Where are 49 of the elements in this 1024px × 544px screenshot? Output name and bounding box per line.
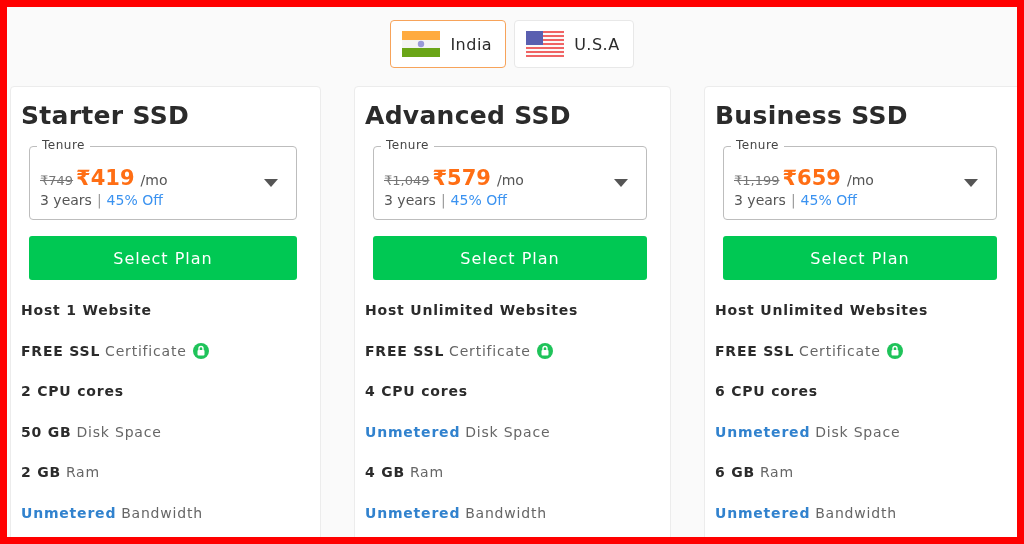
feature-text: 6 CPU cores xyxy=(715,383,818,400)
flag-icon xyxy=(526,31,565,57)
feature-text: 6 GB Ram xyxy=(715,464,794,481)
feature-text: FREE SSL Certificate xyxy=(715,342,881,359)
old-price: ₹1,199 xyxy=(734,173,780,188)
feature-text: 4 GB Ram xyxy=(365,464,444,481)
plan-title: Advanced SSD xyxy=(365,101,572,130)
country-tab[interactable]: U.S.A xyxy=(514,20,634,68)
price-unit: /mo xyxy=(496,172,524,188)
feature-text: Unmetered Bandwidth xyxy=(21,504,203,521)
feature-text: Unmetered Bandwidth xyxy=(365,504,547,521)
plan-title: Starter SSD xyxy=(21,101,191,130)
discount: 45% Off xyxy=(800,192,857,208)
feature-text: Unmetered Disk Space xyxy=(715,423,901,440)
feature-text: 2 CPU cores xyxy=(21,383,124,400)
feature-text: FREE SSL Certificate xyxy=(21,342,187,359)
tenure-label: Tenure xyxy=(381,138,434,152)
feature-text: Host 1 Website xyxy=(21,302,152,319)
plan-title: Business SSD xyxy=(715,101,909,130)
discount: 45% Off xyxy=(450,192,507,208)
feature-text: Unmetered Disk Space xyxy=(365,423,551,440)
country-tab[interactable]: India xyxy=(390,20,507,68)
old-price: ₹1,049 xyxy=(384,173,430,188)
flag-icon xyxy=(402,31,441,57)
separator: | xyxy=(790,192,796,208)
price: ₹659 xyxy=(782,166,841,190)
caret-icon xyxy=(264,179,278,187)
old-price: ₹749 xyxy=(40,173,74,188)
feature-text: Host Unlimited Websites xyxy=(715,302,929,319)
feature-text: Host Unlimited Websites xyxy=(365,302,579,319)
feature-text: 2 GB Ram xyxy=(21,464,100,481)
price: ₹579 xyxy=(432,166,491,190)
feature-text: 4 CPU cores xyxy=(365,383,468,400)
feature-text: Unmetered Bandwidth xyxy=(715,504,897,521)
price: ₹419 xyxy=(76,166,135,190)
separator: | xyxy=(440,192,446,208)
discount: 45% Off xyxy=(106,192,163,208)
feature-text: 50 GB Disk Space xyxy=(21,423,162,440)
caret-icon xyxy=(614,179,628,187)
term: 3 years xyxy=(384,192,436,208)
separator: | xyxy=(96,192,102,208)
price-unit: /mo xyxy=(846,172,874,188)
tenure-label: Tenure xyxy=(37,138,90,152)
feature-text: FREE SSL Certificate xyxy=(365,342,531,359)
price-unit: /mo xyxy=(140,172,168,188)
tenure-label: Tenure xyxy=(731,138,784,152)
caret-icon xyxy=(964,179,978,187)
term: 3 years xyxy=(40,192,92,208)
term: 3 years xyxy=(734,192,786,208)
